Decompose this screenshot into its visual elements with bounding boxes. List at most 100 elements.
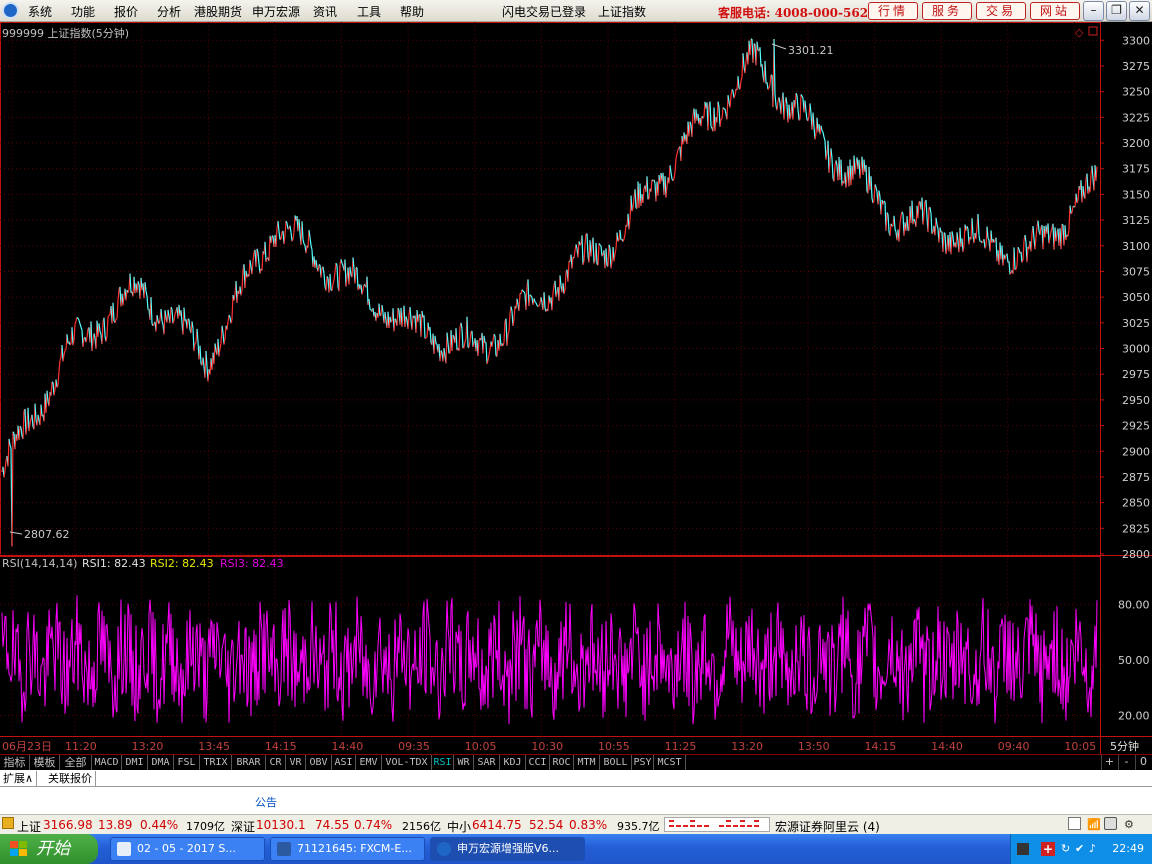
indicator-tab-fsl[interactable]: FSL bbox=[174, 755, 200, 770]
indicator-tab-boll[interactable]: BOLL bbox=[600, 755, 632, 770]
menu-function[interactable]: 功能 bbox=[71, 3, 95, 20]
lock-screen-icon[interactable] bbox=[1104, 817, 1117, 830]
period-label[interactable]: 5分钟 bbox=[1110, 739, 1139, 753]
tray-check-icon[interactable]: ✔ bbox=[1075, 842, 1084, 855]
service-hotline: 客服电话: 4008-000-562 bbox=[718, 6, 869, 20]
tab-template[interactable]: 模板 bbox=[30, 755, 60, 770]
indicator-tab-emv[interactable]: EMV bbox=[356, 755, 382, 770]
indicator-tab-brar[interactable]: BRAR bbox=[232, 755, 266, 770]
indicator-tab-dma[interactable]: DMA bbox=[148, 755, 174, 770]
zx-value: 6414.75 bbox=[472, 818, 522, 832]
start-button[interactable]: 开始 bbox=[0, 834, 98, 864]
tab-all[interactable]: 全部 bbox=[60, 755, 92, 770]
rsi-tick-label: 80.00 bbox=[1118, 599, 1150, 612]
price-segment bbox=[677, 147, 680, 150]
price-tick-label: 3200 bbox=[1122, 137, 1150, 150]
service-button[interactable]: 服务 bbox=[922, 2, 972, 20]
diamond-icon[interactable]: ◇ bbox=[1075, 26, 1084, 39]
price-segment bbox=[363, 283, 366, 286]
tray-speaker-icon[interactable]: ♪ bbox=[1089, 842, 1096, 855]
price-tick-label: 2825 bbox=[1122, 522, 1150, 535]
tray-plus-icon[interactable]: + bbox=[1041, 842, 1055, 856]
quote-button[interactable]: 行情 bbox=[868, 2, 918, 20]
taskbar-item-browser[interactable]: 02 - 05 - 2017 S... bbox=[110, 837, 265, 861]
zoom-in-button[interactable]: + bbox=[1101, 755, 1117, 770]
menu-help[interactable]: 帮助 bbox=[400, 3, 424, 20]
lock-icon[interactable] bbox=[2, 817, 14, 829]
menu-swhy[interactable]: 申万宏源 bbox=[252, 3, 300, 20]
rsi-tick-label: 50.00 bbox=[1118, 654, 1150, 667]
price-tick-label: 2900 bbox=[1122, 445, 1150, 458]
indicator-tab-vol-tdx[interactable]: VOL-TDX bbox=[382, 755, 432, 770]
indicator-tab-mcst[interactable]: MCST bbox=[654, 755, 686, 770]
price-segment bbox=[194, 342, 197, 344]
menu-quote[interactable]: 报价 bbox=[114, 3, 138, 20]
taskbar-item-swhy[interactable]: 申万宏源增强版V6... bbox=[430, 837, 585, 861]
indicator-tab-mtm[interactable]: MTM bbox=[574, 755, 600, 770]
indicator-tab-asi[interactable]: ASI bbox=[332, 755, 356, 770]
time-tick-label: 10:05 bbox=[465, 740, 497, 753]
menu-hk-futures[interactable]: 港股期货 bbox=[194, 3, 242, 20]
indicator-tab-wr[interactable]: WR bbox=[454, 755, 474, 770]
tab-indicator[interactable]: 指标 bbox=[0, 755, 30, 770]
price-segment bbox=[76, 316, 79, 319]
price-segment bbox=[981, 241, 984, 244]
minimize-icon[interactable]: – bbox=[1083, 1, 1104, 21]
price-tick-label: 3275 bbox=[1122, 60, 1150, 73]
expand-tab[interactable]: 扩展∧ bbox=[0, 771, 38, 786]
tray-app-icon[interactable] bbox=[1017, 843, 1029, 855]
clock[interactable]: 22:49 bbox=[1112, 842, 1144, 855]
notice-link[interactable]: 公告 bbox=[255, 794, 277, 810]
index-status-bar: 上证 3166.98 13.89 0.44% 1709亿 深证 10130.1 … bbox=[0, 814, 1152, 834]
close-icon[interactable]: ✕ bbox=[1129, 1, 1150, 21]
indicator-tab-macd[interactable]: MACD bbox=[92, 755, 122, 770]
server-name[interactable]: 宏源证券阿里云 (4) bbox=[775, 818, 880, 835]
price-segment bbox=[883, 200, 886, 203]
price-segment bbox=[1070, 212, 1073, 215]
indicator-tab-dmi[interactable]: DMI bbox=[122, 755, 148, 770]
indicator-tab-psy[interactable]: PSY bbox=[632, 755, 654, 770]
menu-system[interactable]: 系统 bbox=[28, 3, 52, 20]
indicator-tab-cci[interactable]: CCI bbox=[526, 755, 550, 770]
indicator-tab-roc[interactable]: ROC bbox=[550, 755, 574, 770]
price-segment bbox=[424, 337, 427, 340]
indicator-tab-cr[interactable]: CR bbox=[266, 755, 286, 770]
kline-chart-area[interactable]: 3300 3275 3250 3225 3200 3175 3150 3125 3100 3075… bbox=[0, 22, 1152, 754]
window-icon[interactable] bbox=[1068, 817, 1081, 830]
sh-label[interactable]: 上证 bbox=[17, 818, 41, 835]
settings-icon[interactable]: ⚙ bbox=[1124, 818, 1134, 831]
app-logo-icon[interactable] bbox=[2, 2, 19, 19]
restore-icon[interactable]: ❐ bbox=[1106, 1, 1127, 21]
time-tick-label: 09:35 bbox=[398, 740, 430, 753]
notice-panel: 公告 bbox=[0, 787, 1152, 814]
indicator-tab-vr[interactable]: VR bbox=[286, 755, 306, 770]
min-price-label: 2807.62 bbox=[24, 528, 70, 541]
price-tick-label: 3000 bbox=[1122, 343, 1150, 356]
zx-label[interactable]: 中小 bbox=[447, 818, 471, 835]
trade-button[interactable]: 交易 bbox=[976, 2, 1026, 20]
menu-news[interactable]: 资讯 bbox=[313, 3, 337, 20]
taskbar-item-fxcm[interactable]: 71121645: FXCM-E... bbox=[270, 837, 425, 861]
indicator-tab-trix[interactable]: TRIX bbox=[200, 755, 232, 770]
website-button[interactable]: 网站 bbox=[1030, 2, 1080, 20]
trading-app-window: 系统 功能 报价 分析 港股期货 申万宏源 资讯 工具 帮助 闪电交易已登录 上… bbox=[0, 0, 1152, 864]
indicator-tab-sar[interactable]: SAR bbox=[474, 755, 500, 770]
menu-analysis[interactable]: 分析 bbox=[157, 3, 181, 20]
sz-label[interactable]: 深证 bbox=[231, 818, 255, 835]
price-segment bbox=[69, 343, 72, 346]
zoom-out-button[interactable]: - bbox=[1118, 755, 1134, 770]
price-segment bbox=[599, 244, 602, 247]
reset-zoom-button[interactable]: 0 bbox=[1135, 755, 1151, 770]
price-segment bbox=[617, 239, 620, 242]
indicator-tab-obv[interactable]: OBV bbox=[306, 755, 332, 770]
tray-arrow-icon[interactable]: ↻ bbox=[1061, 842, 1070, 855]
indicator-tab-rsi[interactable]: RSI bbox=[432, 755, 454, 770]
price-segment bbox=[1061, 223, 1064, 226]
task-label: 71121645: FXCM-E... bbox=[297, 842, 412, 855]
price-segment bbox=[462, 346, 465, 349]
price-tick-label: 3100 bbox=[1122, 240, 1150, 253]
indicator-tab-kdj[interactable]: KDJ bbox=[500, 755, 526, 770]
price-tick-label: 3125 bbox=[1122, 214, 1150, 227]
related-quotes-tab[interactable]: 关联报价 bbox=[45, 771, 96, 786]
menu-tools[interactable]: 工具 bbox=[357, 3, 381, 20]
